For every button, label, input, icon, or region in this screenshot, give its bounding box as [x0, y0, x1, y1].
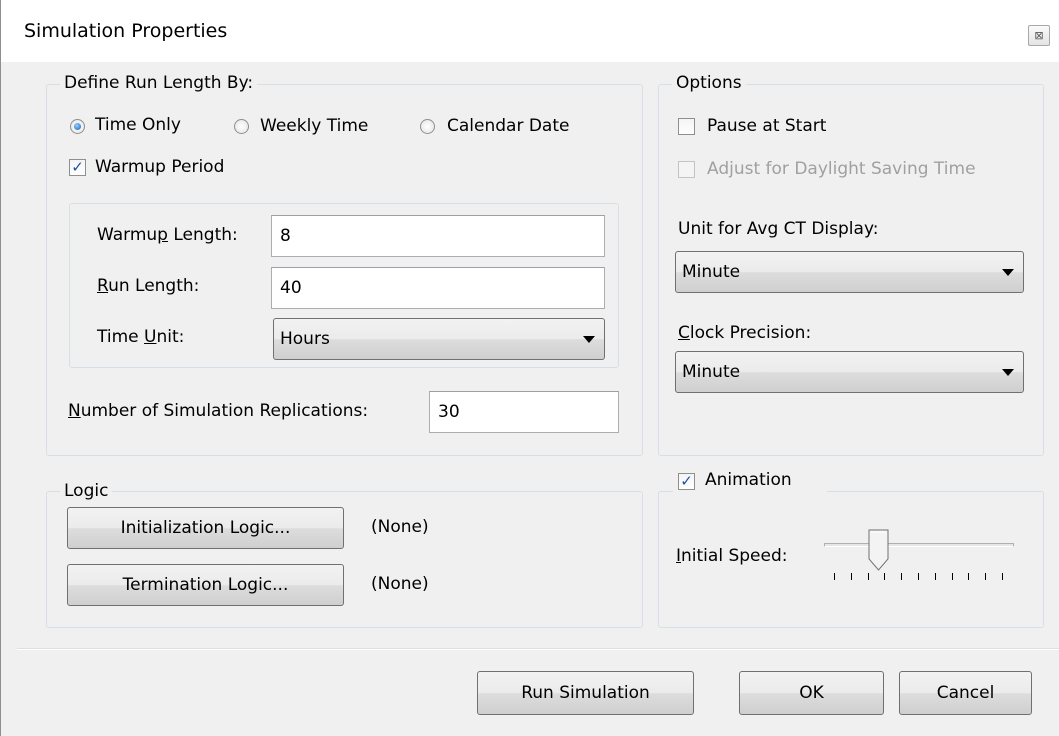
- run-length-input[interactable]: 40: [271, 267, 605, 309]
- warmup-length-value: 8: [280, 226, 291, 246]
- slider-tick: [918, 573, 919, 580]
- avg-ct-unit-value: Minute: [682, 262, 741, 282]
- options-legend: Options: [672, 72, 746, 94]
- warmup-period-label[interactable]: Warmup Period: [95, 157, 224, 177]
- slider-tick: [985, 573, 986, 580]
- calendar-date-radio[interactable]: [420, 119, 435, 134]
- chevron-down-icon: [583, 336, 595, 343]
- weekly-time-radio[interactable]: [234, 119, 249, 134]
- time-only-radio[interactable]: [70, 119, 85, 134]
- title-bar: Simulation Properties ⊠: [1, 0, 1059, 62]
- time-unit-value: Hours: [280, 329, 330, 349]
- close-button[interactable]: ⊠: [1028, 25, 1050, 46]
- cancel-button-label: Cancel: [936, 683, 995, 703]
- run-length-value: 40: [280, 278, 302, 298]
- daylight-saving-checkbox[interactable]: [678, 161, 695, 178]
- termination-logic-status: (None): [371, 574, 429, 594]
- termination-logic-button[interactable]: Termination Logic...: [67, 564, 344, 606]
- logic-legend: Logic: [60, 480, 113, 502]
- initialization-logic-button[interactable]: Initialization Logic...: [67, 507, 344, 549]
- initialization-logic-button-label: Initialization Logic...: [120, 518, 291, 538]
- replications-value: 30: [438, 402, 460, 422]
- animation-label[interactable]: Animation: [705, 470, 792, 490]
- slider-tick: [868, 573, 869, 580]
- dialog-title: Simulation Properties: [24, 20, 228, 42]
- warmup-length-input[interactable]: 8: [271, 215, 605, 257]
- clock-precision-select[interactable]: Minute: [675, 351, 1024, 393]
- close-icon: ⊠: [1034, 29, 1044, 42]
- initial-speed-label: Initial Speed:: [676, 546, 788, 566]
- initial-speed-slider-track[interactable]: [824, 543, 1014, 547]
- animation-checkbox[interactable]: ✓: [678, 473, 695, 490]
- avg-ct-unit-select[interactable]: Minute: [675, 251, 1024, 293]
- time-only-label[interactable]: Time Only: [95, 115, 181, 135]
- weekly-time-label[interactable]: Weekly Time: [260, 116, 368, 136]
- daylight-saving-label: Adjust for Daylight Saving Time: [707, 159, 976, 179]
- run-length-legend: Define Run Length By:: [60, 72, 258, 94]
- slider-tick: [834, 573, 835, 580]
- time-unit-select[interactable]: Hours: [273, 318, 605, 360]
- slider-tick: [935, 573, 936, 580]
- clock-precision-label: Clock Precision:: [678, 323, 812, 343]
- avg-ct-label: Unit for Avg CT Display:: [678, 219, 879, 239]
- warmup-period-checkbox[interactable]: ✓: [69, 159, 86, 176]
- slider-tick: [968, 573, 969, 580]
- footer-separator-highlight: [17, 649, 1059, 650]
- termination-logic-button-label: Termination Logic...: [122, 575, 289, 595]
- simulation-properties-dialog: Simulation Properties ⊠ Define Run Lengt…: [0, 0, 1059, 736]
- time-unit-label: Time Unit:: [97, 327, 185, 347]
- slider-tick: [1002, 573, 1003, 580]
- initial-speed-slider-thumb[interactable]: [868, 529, 890, 571]
- cancel-button[interactable]: Cancel: [899, 671, 1032, 715]
- pause-at-start-label[interactable]: Pause at Start: [707, 116, 826, 136]
- clock-precision-value: Minute: [682, 362, 741, 382]
- run-simulation-button-label: Run Simulation: [521, 683, 650, 703]
- slider-tick: [851, 573, 852, 580]
- run-length-label: Run Length:: [97, 276, 200, 296]
- pause-at-start-checkbox[interactable]: [678, 118, 695, 135]
- slider-tick: [952, 573, 953, 580]
- chevron-down-icon: [1002, 369, 1014, 376]
- ok-button-label: OK: [799, 683, 824, 703]
- run-simulation-button[interactable]: Run Simulation: [477, 671, 694, 715]
- replications-input[interactable]: 30: [429, 391, 619, 433]
- slider-tick: [884, 573, 885, 580]
- slider-tick: [901, 573, 902, 580]
- warmup-length-label: Warmup Length:: [97, 225, 238, 245]
- calendar-date-label[interactable]: Calendar Date: [447, 116, 569, 136]
- initialization-logic-status: (None): [371, 517, 429, 537]
- ok-button[interactable]: OK: [739, 671, 884, 715]
- replications-label: Number of Simulation Replications:: [68, 401, 369, 421]
- chevron-down-icon: [1002, 269, 1014, 276]
